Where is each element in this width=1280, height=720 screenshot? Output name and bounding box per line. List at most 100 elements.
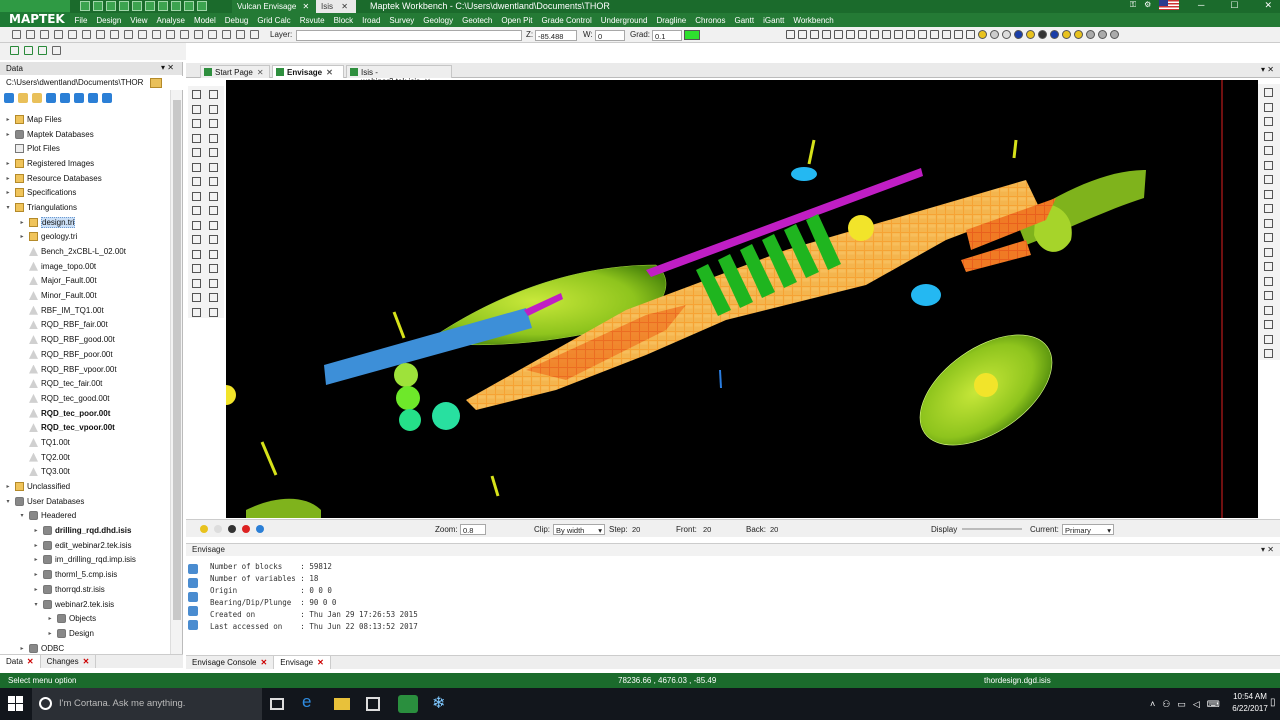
tool-icon[interactable]: [1264, 102, 1273, 112]
console-icon[interactable]: [188, 564, 198, 574]
expand-arrow-icon[interactable]: ▸: [4, 131, 12, 138]
w-input[interactable]: 0: [595, 30, 625, 41]
tool-icon[interactable]: [192, 119, 201, 128]
tool-icon[interactable]: [209, 249, 218, 259]
tool-icon[interactable]: [918, 30, 927, 39]
tool-icon[interactable]: [192, 220, 201, 230]
tool-icon[interactable]: [209, 177, 218, 186]
expand-arrow-icon[interactable]: ▸: [18, 645, 26, 652]
tool-icon[interactable]: [209, 119, 218, 128]
menu-view[interactable]: View: [126, 16, 152, 25]
console-icon[interactable]: [188, 620, 198, 630]
tool-icon[interactable]: [930, 30, 939, 39]
tool-icon[interactable]: [1264, 117, 1273, 126]
tree-item[interactable]: ▸ Unclassified: [0, 479, 170, 494]
tool-icon[interactable]: [194, 30, 203, 39]
close-window-icon[interactable]: ✕: [1264, 0, 1272, 11]
console-icon[interactable]: [188, 578, 198, 588]
tool-icon[interactable]: [810, 30, 819, 39]
tool-icon[interactable]: [110, 30, 119, 39]
file-explorer-icon[interactable]: [334, 698, 350, 710]
folder-icon[interactable]: [18, 93, 28, 103]
folder-icon[interactable]: [150, 78, 162, 88]
qat-icon[interactable]: [93, 1, 103, 11]
tool-icon[interactable]: [166, 30, 175, 39]
tool-icon[interactable]: [1264, 276, 1273, 286]
scroll-thumb[interactable]: [173, 100, 181, 620]
tool-icon[interactable]: [858, 30, 867, 39]
expand-arrow-icon[interactable]: ▸: [4, 160, 12, 167]
tool-icon[interactable]: [192, 177, 201, 186]
back-input[interactable]: 20: [768, 524, 802, 535]
menu-workbench[interactable]: Workbench: [789, 16, 838, 25]
tool-icon[interactable]: [209, 264, 218, 273]
zoom-input[interactable]: 0.8: [460, 524, 486, 535]
ball-icon[interactable]: [1098, 30, 1107, 39]
expand-arrow-icon[interactable]: ▸: [32, 556, 40, 563]
qat-icon[interactable]: [197, 1, 207, 11]
tool-icon[interactable]: [192, 162, 201, 172]
tool-icon[interactable]: [209, 104, 218, 114]
volume-icon[interactable]: ◁: [1193, 699, 1200, 710]
menu-iroad[interactable]: Iroad: [358, 16, 385, 25]
menu-design[interactable]: Design: [92, 16, 126, 25]
chevron-up-icon[interactable]: ˄: [1150, 699, 1155, 709]
tree-item[interactable]: ▾ Headered: [0, 509, 170, 524]
tool-icon[interactable]: [138, 30, 147, 39]
console-icon[interactable]: [188, 606, 198, 616]
ball-icon[interactable]: [228, 525, 236, 533]
tool-icon[interactable]: [1264, 204, 1273, 213]
ball-icon[interactable]: [990, 30, 999, 39]
clip-select[interactable]: By width ▾: [553, 524, 605, 535]
close-icon[interactable]: ✕: [83, 657, 90, 666]
tree-item[interactable]: ▸ thorrqd.str.isis: [0, 582, 170, 597]
task-view-icon[interactable]: [270, 698, 284, 710]
ball-icon[interactable]: [1074, 30, 1083, 39]
folder-up-icon[interactable]: [32, 93, 42, 103]
tab-list-icon[interactable]: ▾ ✕: [1261, 65, 1274, 74]
home-icon[interactable]: [4, 93, 14, 103]
tool-icon[interactable]: [1264, 349, 1273, 358]
tool-icon[interactable]: [38, 46, 47, 55]
clock[interactable]: 10:54 AM 6/22/2017: [1228, 691, 1272, 715]
tool-icon[interactable]: [1264, 262, 1273, 271]
qat-icon[interactable]: [119, 1, 129, 11]
step-input[interactable]: 20: [630, 524, 664, 535]
tool-icon[interactable]: [906, 30, 915, 39]
tool-icon[interactable]: [192, 133, 201, 143]
tool-icon[interactable]: [96, 30, 105, 39]
console-icon[interactable]: [188, 592, 198, 602]
tool-icon[interactable]: [894, 30, 903, 39]
tool-icon[interactable]: [209, 148, 218, 157]
tree-item[interactable]: RQD_RBF_vpoor.00t: [0, 362, 170, 377]
window-tab-isis[interactable]: Isis ✕: [316, 0, 356, 13]
tool-icon[interactable]: [954, 30, 963, 39]
close-icon[interactable]: ✕: [341, 2, 348, 11]
keyboard-icon[interactable]: ⌨: [1207, 699, 1220, 710]
close-icon[interactable]: ✕: [257, 68, 264, 77]
tool-icon[interactable]: [180, 30, 189, 39]
expand-arrow-icon[interactable]: ▸: [32, 542, 40, 549]
tool-icon[interactable]: [822, 30, 831, 39]
tree-item[interactable]: ▸ Resource Databases: [0, 171, 170, 186]
tool-icon[interactable]: [846, 30, 855, 39]
tree-item[interactable]: RQD_RBF_good.00t: [0, 332, 170, 347]
tree-item[interactable]: RQD_RBF_poor.00t: [0, 347, 170, 362]
tool-icon[interactable]: [10, 46, 19, 55]
tool-icon[interactable]: [192, 191, 201, 201]
tool-icon[interactable]: [1264, 88, 1273, 97]
expand-arrow-icon[interactable]: ▾: [4, 498, 12, 505]
qat-icon[interactable]: [132, 1, 142, 11]
tree-item[interactable]: ▾ webinar2.tek.isis: [0, 597, 170, 612]
expand-arrow-icon[interactable]: ▾: [4, 204, 12, 211]
qat-icon[interactable]: [158, 1, 168, 11]
tree-item[interactable]: ▸ thorml_5.cmp.isis: [0, 567, 170, 582]
key-icon[interactable]: ⚿: [1130, 0, 1136, 10]
current-select[interactable]: Primary ▾: [1062, 524, 1114, 535]
layer-select[interactable]: [296, 30, 522, 41]
tool-icon[interactable]: [54, 30, 63, 39]
tree-item[interactable]: ▸ design.tri: [0, 215, 170, 230]
tool-icon[interactable]: [882, 30, 891, 39]
menu-geotech[interactable]: Geotech: [458, 16, 497, 25]
tool-icon[interactable]: [40, 30, 49, 39]
